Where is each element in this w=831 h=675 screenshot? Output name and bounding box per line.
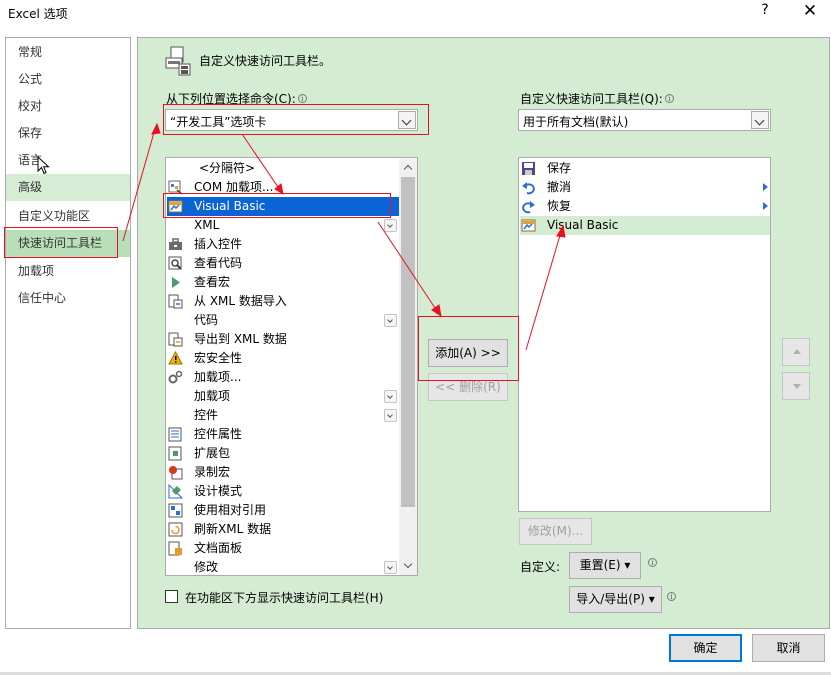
view-code-icon [168,256,182,270]
toolbox-icon [169,238,182,250]
submenu-icon [384,390,397,403]
package-icon [168,446,182,461]
info-icon: i [667,592,676,601]
refresh-xml-icon [168,522,183,537]
list-item[interactable]: 从 XML 数据导入 [167,292,400,311]
annotation-box-nav [4,227,118,258]
chevron-down-icon[interactable] [751,111,769,129]
window-title: Excel 选项 [8,7,68,21]
annotation-box-add-button [418,316,519,381]
nav-item-proofing[interactable]: 校对 [6,93,130,120]
list-item[interactable]: 录制宏 [167,463,400,482]
properties-icon [168,427,182,442]
document-panel-icon [168,541,182,556]
list-item[interactable]: 加载项... [167,368,400,387]
import-export-button[interactable]: 导入/导出(P) ▾ [569,586,662,613]
warning-icon [168,351,183,365]
info-icon: i [648,558,657,567]
gears-icon [168,370,183,384]
scrollbar-thumb[interactable] [401,177,415,507]
list-item[interactable]: 查看代码 [167,254,400,273]
nav-item-addins[interactable]: 加载项 [6,258,130,285]
move-up-button[interactable] [782,338,810,366]
ok-button[interactable]: 确定 [669,634,742,662]
commands-scrollbar[interactable] [399,159,417,575]
qat-list[interactable]: 保存 撤消 恢复 Visual Basic [518,157,771,512]
list-item[interactable]: 查看宏 [167,273,400,292]
title-bar: Excel 选项 ? ✕ [0,0,831,26]
list-item[interactable]: 加载项 [167,387,400,406]
xml-export-icon [168,332,183,347]
submenu-icon [384,409,397,422]
visual-basic-icon [521,219,536,232]
options-nav: 常规 公式 校对 保存 语言 高级 自定义功能区 快速访问工具栏 加载项 信任中… [5,37,131,629]
list-item[interactable]: 设计模式 [167,482,400,501]
list-item[interactable]: 宏安全性 [167,349,400,368]
commands-list[interactable]: <分隔符> COM 加载项... Visual Basic XML 插入控件 查… [165,157,418,576]
list-item[interactable]: 撤消 [520,178,770,197]
modify-button[interactable]: 修改(M)... [519,518,592,545]
customize-qat-label: 自定义快速访问工具栏(Q): i [520,90,674,107]
save-icon [522,162,535,175]
nav-item-language[interactable]: 语言 [6,147,130,174]
list-item[interactable]: 扩展包 [167,444,400,463]
design-mode-icon [168,484,183,499]
list-item[interactable]: 文档面板 [167,539,400,558]
annotation-box-commands-dropdown [163,104,429,135]
list-item[interactable]: 控件 [167,406,400,425]
annotation-box-visual-basic [163,193,391,218]
scroll-up-icon[interactable] [399,159,417,176]
nav-item-formulas[interactable]: 公式 [6,66,130,93]
arrow-down-icon [793,384,801,389]
help-button[interactable]: ? [758,2,772,22]
close-button[interactable]: ✕ [800,1,820,23]
reset-button[interactable]: 重置(E) ▾ [569,552,641,579]
submenu-icon [384,219,397,232]
list-item[interactable]: 控件属性 [167,425,400,444]
list-item[interactable]: 刷新XML 数据 [167,520,400,539]
nav-item-customize-ribbon[interactable]: 自定义功能区 [6,203,130,230]
qat-scope-value: 用于所有文档(默认) [523,115,629,129]
list-item[interactable]: XML [167,216,400,235]
list-item[interactable]: 恢复 [520,197,770,216]
nav-item-save[interactable]: 保存 [6,120,130,147]
list-item[interactable]: 导出到 XML 数据 [167,330,400,349]
play-icon [172,277,180,288]
nav-item-advanced[interactable]: 高级 [6,174,130,201]
show-below-ribbon-label: 在功能区下方显示快速访问工具栏(H) [185,591,384,605]
undo-icon [522,182,535,195]
submenu-arrow-icon [763,202,768,210]
scroll-down-icon[interactable] [399,558,417,575]
move-down-button[interactable] [782,372,810,400]
submenu-icon [384,561,397,574]
qat-scope-dropdown[interactable]: 用于所有文档(默认) [518,109,771,131]
list-item[interactable]: 插入控件 [167,235,400,254]
info-icon: i [297,94,307,103]
list-item[interactable]: 使用相对引用 [167,501,400,520]
nav-item-trust-center[interactable]: 信任中心 [6,285,130,312]
list-item[interactable]: <分隔符> [167,159,400,178]
list-item-selected[interactable]: Visual Basic [520,216,770,235]
relative-ref-icon [168,503,183,518]
redo-icon [522,201,535,214]
list-item[interactable]: 代码 [167,311,400,330]
cancel-button[interactable]: 取消 [752,634,825,662]
submenu-icon [384,314,397,327]
show-below-ribbon-checkbox[interactable] [165,590,178,603]
submenu-arrow-icon [763,183,768,191]
info-icon: i [664,94,674,103]
arrow-up-icon [793,349,801,354]
nav-item-general[interactable]: 常规 [6,39,130,66]
list-item[interactable]: 保存 [520,159,770,178]
xml-import-icon [168,294,183,309]
quick-access-toolbar-icon [165,46,191,76]
mouse-cursor-icon [37,156,50,175]
record-icon [169,466,183,480]
list-item[interactable]: 修改 [167,558,400,575]
section-title: 自定义快速访问工具栏。 [199,54,332,68]
customize-label: 自定义: [520,560,561,574]
